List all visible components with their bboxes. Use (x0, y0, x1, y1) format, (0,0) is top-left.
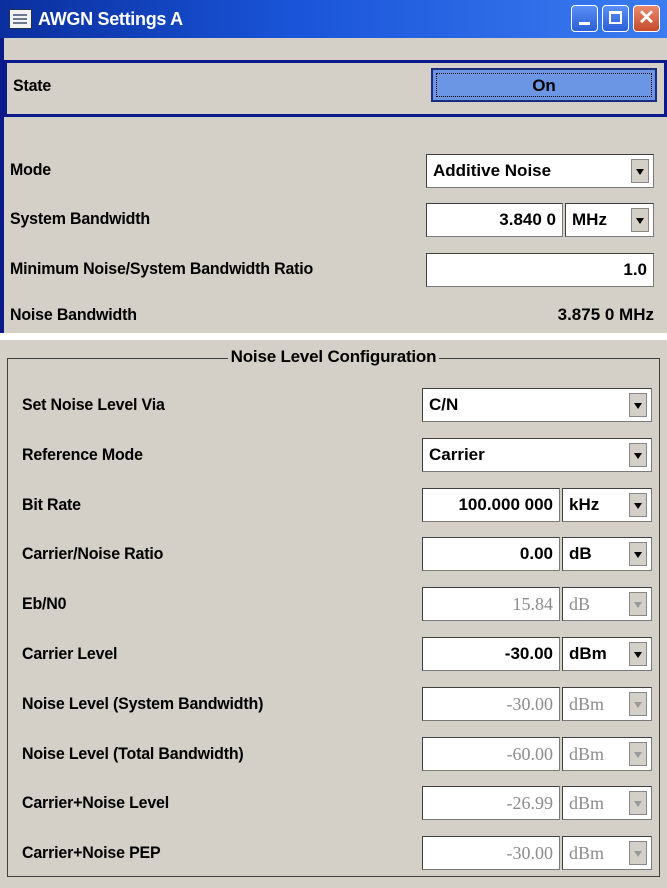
system-bandwidth-input[interactable]: 3.840 0 (426, 203, 563, 237)
row-1-select-value: Carrier (429, 445, 485, 464)
row-6-unit-select: dBm (562, 687, 652, 721)
row-6-unit: dBm (569, 694, 605, 714)
chevron-down-icon[interactable] (629, 642, 647, 666)
row-1-label: Reference Mode (22, 445, 143, 464)
state-row: State On (4, 60, 667, 117)
row-4-input: 15.84 (422, 587, 560, 621)
row-2-label: Bit Rate (22, 495, 81, 514)
system-bandwidth-unit: MHz (572, 210, 607, 229)
row-2-input[interactable]: 100.000 000 (422, 488, 560, 522)
row-5-unit-select[interactable]: dBm (562, 637, 652, 671)
row-0-select-value: C/N (429, 395, 459, 414)
min-ratio-input[interactable]: 1.0 (426, 253, 654, 287)
row-4-label: Eb/N0 (22, 594, 67, 613)
row-8-unit: dBm (569, 793, 605, 813)
minimize-icon (579, 22, 590, 25)
awgn-settings-window: AWGN Settings A ✕ State On Mode Additive… (0, 0, 667, 333)
row-4-unit-select: dB (562, 587, 652, 621)
row-2-unit: kHz (569, 495, 600, 514)
system-bandwidth-label: System Bandwidth (10, 209, 150, 228)
row-5-input[interactable]: -30.00 (422, 637, 560, 671)
row-3-label: Carrier/Noise Ratio (22, 544, 164, 563)
row-5-label: Carrier Level (22, 644, 118, 663)
row-9-input: -30.00 (422, 836, 560, 870)
row-3-unit: dB (569, 544, 592, 563)
noise-bandwidth-label: Noise Bandwidth (10, 305, 137, 324)
row-0-label: Set Noise Level Via (22, 395, 165, 414)
window-title: AWGN Settings A (38, 9, 183, 29)
close-button[interactable]: ✕ (633, 5, 660, 32)
chevron-down-icon (629, 692, 647, 716)
noise-bandwidth-value: 3.875 0 MHz (557, 305, 654, 324)
row-7-unit: dBm (569, 744, 605, 764)
state-toggle-button[interactable]: On (431, 68, 657, 102)
row-3-input[interactable]: 0.00 (422, 537, 560, 571)
row-7-input: -60.00 (422, 737, 560, 771)
row-7-unit-select: dBm (562, 737, 652, 771)
row-5-unit: dBm (569, 644, 607, 663)
maximize-icon (609, 11, 622, 24)
row-4-unit: dB (569, 594, 591, 614)
chevron-down-icon[interactable] (629, 493, 647, 517)
chevron-down-icon (629, 841, 647, 865)
state-toggle-label: On (436, 73, 652, 97)
noise-level-group-title-wrap: Noise Level Configuration (0, 346, 667, 368)
chevron-down-icon[interactable] (629, 443, 647, 467)
close-icon: ✕ (638, 7, 655, 29)
chevron-down-icon (629, 791, 647, 815)
mode-label: Mode (10, 160, 51, 179)
min-ratio-label: Minimum Noise/System Bandwidth Ratio (10, 259, 314, 278)
mode-select[interactable]: Additive Noise (426, 154, 654, 188)
noise-level-panel: Noise Level Configuration Set Noise Leve… (0, 340, 667, 888)
chevron-down-icon[interactable] (629, 393, 647, 417)
system-bandwidth-unit-select[interactable]: MHz (565, 203, 654, 237)
state-label: State (13, 76, 52, 95)
row-7-label: Noise Level (Total Bandwidth) (22, 744, 244, 763)
row-2-unit-select[interactable]: kHz (562, 488, 652, 522)
mode-select-value: Additive Noise (433, 161, 552, 180)
row-8-unit-select: dBm (562, 786, 652, 820)
row-9-unit: dBm (569, 843, 605, 863)
row-6-label: Noise Level (System Bandwidth) (22, 694, 264, 713)
chevron-down-icon (629, 592, 647, 616)
row-9-label: Carrier+Noise PEP (22, 843, 161, 862)
maximize-button[interactable] (602, 5, 629, 32)
minimize-button[interactable] (571, 5, 598, 32)
chevron-down-icon (629, 742, 647, 766)
title-bar[interactable]: AWGN Settings A ✕ (0, 0, 667, 38)
row-0-select[interactable]: C/N (422, 388, 652, 422)
chevron-down-icon[interactable] (629, 542, 647, 566)
row-8-input: -26.99 (422, 786, 560, 820)
row-8-label: Carrier+Noise Level (22, 793, 169, 812)
chevron-down-icon[interactable] (631, 159, 649, 183)
noise-level-group-title: Noise Level Configuration (227, 346, 440, 368)
chevron-down-icon[interactable] (631, 208, 649, 232)
window-icon[interactable] (9, 9, 32, 29)
row-1-select[interactable]: Carrier (422, 438, 652, 472)
row-9-unit-select: dBm (562, 836, 652, 870)
row-6-input: -30.00 (422, 687, 560, 721)
row-3-unit-select[interactable]: dB (562, 537, 652, 571)
